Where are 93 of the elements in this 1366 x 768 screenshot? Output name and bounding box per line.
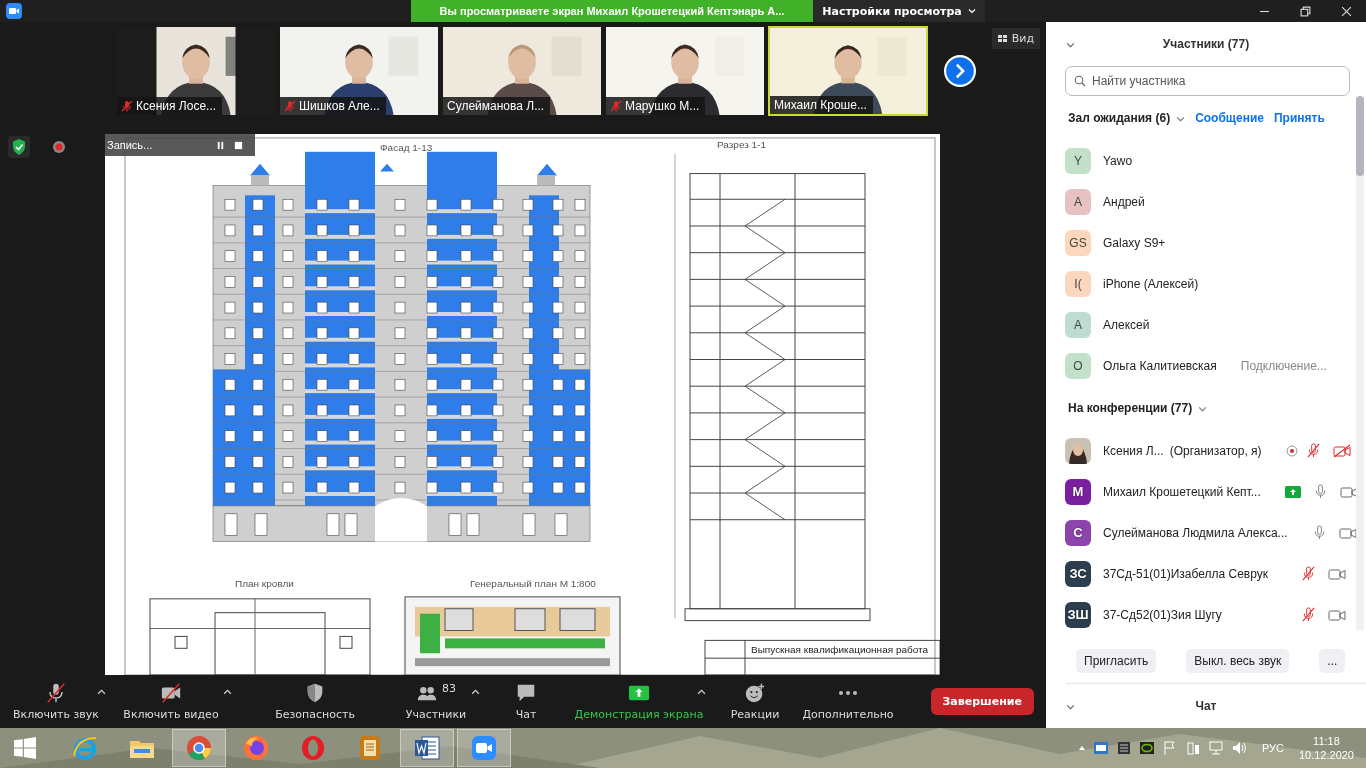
more-button[interactable]: Дополнительно: [800, 680, 896, 723]
participant-name: iPhone (Алексей): [1103, 276, 1199, 291]
avatar: С: [1065, 519, 1091, 546]
participant-name: Шишков Але...: [299, 99, 380, 113]
drawing-title: Фасад 1-13: [380, 141, 433, 153]
video-tile[interactable]: Сулейманова Л...: [442, 26, 602, 116]
admit-link[interactable]: Принять: [1273, 111, 1325, 125]
network-icon[interactable]: [1207, 740, 1224, 756]
security-button[interactable]: Безопасность: [273, 680, 357, 723]
start-icon[interactable]: [14, 737, 36, 759]
participant-name: Ксения Л...: [1103, 443, 1164, 458]
chat-title: Чат: [1195, 699, 1217, 713]
connection-status: Подключение...: [1240, 358, 1327, 373]
flag-icon[interactable]: [1161, 740, 1178, 756]
participant-name: 37-Сд52(01)Зия Шугу: [1103, 607, 1222, 622]
participant-name: Марушко М...: [625, 99, 700, 113]
word-icon[interactable]: [400, 729, 454, 767]
volume-icon[interactable]: [1230, 740, 1247, 756]
panel-action-button[interactable]: Выкл. весь звук: [1186, 649, 1290, 673]
muted-mic-icon[interactable]: [1305, 443, 1321, 458]
view-button[interactable]: Вид: [991, 28, 1040, 49]
video-tile[interactable]: Марушко М...: [605, 26, 765, 116]
participant-name: Galaxy S9+: [1103, 235, 1166, 250]
participant-role: (Организатор, я): [1169, 443, 1262, 458]
start-video-button[interactable]: Включить видео: [121, 680, 221, 723]
drawing-title: Генеральный план М 1:800: [470, 578, 596, 589]
close-icon[interactable]: [1341, 5, 1352, 17]
next-page-button[interactable]: [944, 55, 976, 87]
camera-icon[interactable]: [1328, 607, 1346, 622]
zoom-logo-icon: [6, 3, 22, 19]
grid-icon: [997, 33, 1008, 44]
camera-icon[interactable]: [1328, 566, 1346, 581]
muted-mic-icon[interactable]: [1301, 566, 1316, 581]
panel-action-button[interactable]: ...: [1319, 649, 1346, 673]
chevron-icon: [967, 7, 976, 15]
participant-name: Ольга Калитиевская: [1103, 358, 1217, 373]
camera-icon[interactable]: [1339, 484, 1358, 499]
avatar: ЗШ: [1065, 601, 1091, 628]
participant-name: Михаил Крошетецкий Кепт...: [1103, 484, 1261, 499]
options-caret-icon[interactable]: [471, 688, 480, 695]
video-tile[interactable]: Ксения Лосе...: [116, 26, 276, 116]
section-title: Зал ожидания (6): [1068, 111, 1171, 125]
share-screen-button[interactable]: Демонстрация экрана: [572, 680, 706, 723]
tray-caret-icon[interactable]: [1077, 744, 1086, 752]
options-caret-icon[interactable]: [697, 688, 706, 695]
video-off-icon[interactable]: [1332, 443, 1351, 458]
end-meeting-button[interactable]: Завершение: [930, 688, 1034, 715]
avatar: ЗС: [1065, 560, 1091, 587]
title-block-text: Выпускная квалификационная работа: [751, 644, 929, 656]
chat-button[interactable]: Чат: [513, 680, 539, 723]
avatar: А: [1065, 311, 1091, 338]
reactions-button[interactable]: Реакции: [728, 680, 782, 723]
stop-icon[interactable]: [234, 140, 243, 150]
participant-name: Yawo: [1103, 153, 1133, 168]
muted-mic-icon[interactable]: [1301, 607, 1316, 622]
recording-label: Запись...: [107, 139, 154, 151]
participants-button[interactable]: 83 Участники: [403, 680, 469, 723]
options-caret-icon[interactable]: [97, 688, 106, 695]
video-tile[interactable]: Шишков Але...: [279, 26, 439, 116]
search-field[interactable]: Найти участника: [1065, 66, 1350, 96]
participant-name: Ксения Лосе...: [136, 99, 217, 113]
chrome-icon[interactable]: [172, 729, 226, 767]
drawing-title: Разрез 1-1: [717, 138, 767, 150]
avatar: А: [1065, 188, 1091, 215]
scrollbar[interactable]: [1356, 96, 1364, 631]
section-title: На конференции (77): [1068, 401, 1193, 415]
participant-name: Сулейманова Людмила Алекса...: [1103, 525, 1288, 540]
participant-name: 37Сд-51(01)Изабелла Севрук: [1103, 566, 1269, 581]
participant-name: Сулейманова Л...: [447, 99, 545, 113]
pause-icon[interactable]: [216, 140, 225, 150]
unmute-button[interactable]: Включить звук: [11, 680, 101, 723]
camera-icon[interactable]: [1338, 525, 1357, 540]
options-caret-icon[interactable]: [223, 688, 232, 695]
participant-name: Алексей: [1103, 317, 1150, 332]
search-icon: [1074, 75, 1086, 87]
drawing-title: План кровли: [235, 578, 294, 589]
avatar: Y: [1065, 147, 1091, 174]
avatar: О: [1065, 352, 1091, 379]
panel-action-button[interactable]: Пригласить: [1076, 649, 1157, 673]
participant-name: Андрей: [1103, 194, 1145, 209]
panel-title: Участники (77): [1162, 37, 1250, 51]
shield-check-icon[interactable]: [8, 136, 30, 158]
battery-icon[interactable]: [1184, 740, 1201, 756]
zoom-icon[interactable]: [457, 729, 511, 767]
message-link[interactable]: Сообщение: [1195, 111, 1264, 125]
screen-share-banner: Вы просматриваете экран Михаил Крошетецкий Кептэнарь А...: [411, 0, 813, 22]
avatar: I(: [1065, 270, 1091, 297]
avatar: М: [1065, 478, 1091, 505]
video-tile[interactable]: Михаил Кроше...: [768, 26, 928, 116]
participant-name: Михаил Кроше...: [774, 98, 867, 112]
restore-icon[interactable]: [1300, 5, 1311, 17]
view-options-button[interactable]: Настройки просмотра: [813, 0, 985, 22]
avatar: GS: [1065, 229, 1091, 256]
